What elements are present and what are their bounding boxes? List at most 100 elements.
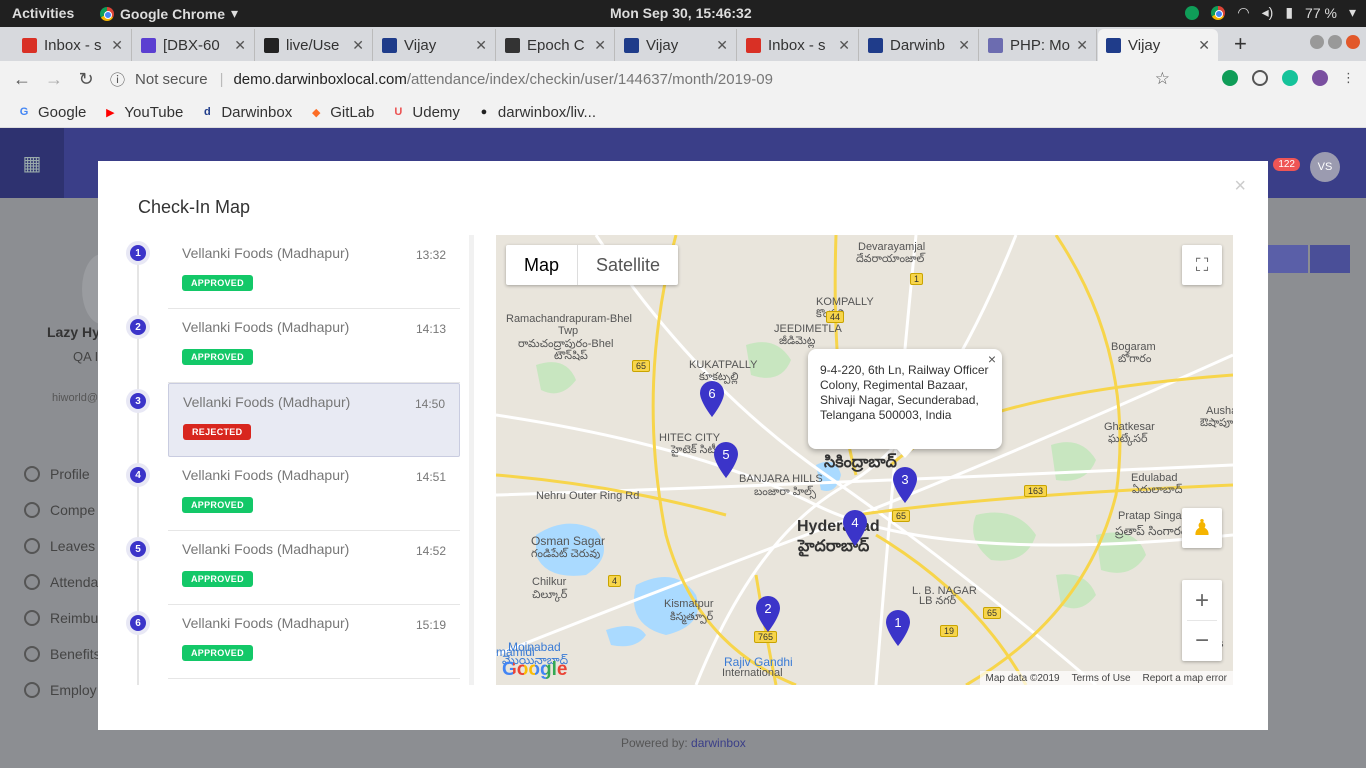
sidebar-item-1[interactable]: Profile — [24, 466, 90, 482]
extension-icon[interactable] — [1252, 70, 1268, 86]
sidebar-item-4[interactable]: Attenda — [24, 574, 98, 590]
back-button[interactable]: ← — [12, 69, 32, 90]
bookmark-6[interactable]: ● darwinbox/liv... — [476, 104, 596, 121]
tab-3[interactable]: live/Use ✕ — [256, 29, 373, 61]
checkin-item[interactable]: 6 Vellanki Foods (Madhapur) 15:19 APPROVED — [118, 605, 463, 679]
tab-8[interactable]: Darwinb ✕ — [860, 29, 979, 61]
chrome-icon — [1211, 5, 1226, 20]
tab-close-button[interactable]: ✕ — [594, 37, 606, 54]
checkin-card[interactable]: Vellanki Foods (Madhapur) 13:32 APPROVED — [168, 235, 460, 309]
tab-close-button[interactable]: ✕ — [838, 37, 850, 54]
checkin-item[interactable]: 5 Vellanki Foods (Madhapur) 14:52 APPROVED — [118, 531, 463, 605]
tab-7[interactable]: Inbox - s ✕ — [738, 29, 859, 61]
status-badge: APPROVED — [182, 571, 253, 587]
app-menu[interactable]: Google Chrome ▾ — [100, 5, 238, 22]
list-view-button[interactable] — [1268, 245, 1308, 273]
tab-close-button[interactable]: ✕ — [352, 37, 364, 54]
tab-close-button[interactable]: ✕ — [475, 37, 487, 54]
forward-button[interactable]: → — [44, 69, 64, 90]
checkin-number: 5 — [130, 541, 146, 557]
map-marker-2[interactable]: 2 — [755, 595, 781, 633]
map-marker-5[interactable]: 5 — [713, 441, 739, 479]
map-view-button[interactable] — [1310, 245, 1350, 273]
map-place-label: Osman Sagar — [531, 534, 606, 548]
sidebar-item-label: Employ — [50, 682, 97, 698]
timeline-scrollbar[interactable] — [469, 235, 474, 685]
checkin-card[interactable]: Vellanki Foods (Madhapur) 14:50 REJECTED — [168, 383, 460, 457]
tab-10[interactable]: Vijay ✕ — [1098, 29, 1218, 61]
marker-number: 2 — [764, 601, 772, 616]
bookmark-3[interactable]: d Darwinbox — [199, 104, 292, 121]
map-type-satellite-button[interactable]: Satellite — [578, 245, 678, 285]
checkin-item[interactable]: 3 Vellanki Foods (Madhapur) 14:50 REJECTED — [118, 383, 463, 457]
sidebar-item-6[interactable]: Benefits — [24, 646, 101, 662]
close-window-button[interactable] — [1346, 35, 1360, 49]
clock[interactable]: Mon Sep 30, 15:46:32 — [610, 5, 752, 21]
street-view-pegman-icon[interactable]: ♟ — [1182, 508, 1222, 548]
checkin-item[interactable]: 1 Vellanki Foods (Madhapur) 13:32 APPROVED — [118, 235, 463, 309]
google-map[interactable]: Devarayamjalదేవరాయాంజాల్KOMPALLYకొంపల్లి… — [496, 235, 1233, 685]
map-marker-4[interactable]: 4 — [842, 509, 868, 547]
map-marker-3[interactable]: 3 — [892, 466, 918, 504]
terms-link[interactable]: Terms of Use — [1072, 673, 1131, 684]
tab-2[interactable]: [DBX-60 ✕ — [133, 29, 255, 61]
tab-9[interactable]: PHP: Mo ✕ — [980, 29, 1097, 61]
bookmark-4[interactable]: ◆ GitLab — [308, 104, 374, 121]
zoom-out-button[interactable]: − — [1195, 621, 1209, 661]
checkin-card[interactable]: Vellanki Foods (Madhapur) 14:51 APPROVED — [168, 457, 460, 531]
tab-close-button[interactable]: ✕ — [234, 37, 246, 54]
sidebar-item-2[interactable]: Compe — [24, 502, 95, 518]
tab-6[interactable]: Vijay ✕ — [616, 29, 737, 61]
checkin-card[interactable]: Vellanki Foods (Madhapur) 14:52 APPROVED — [168, 531, 460, 605]
minimize-button[interactable] — [1310, 35, 1324, 49]
tab-close-button[interactable]: ✕ — [1198, 37, 1210, 54]
sidebar-item-7[interactable]: Employ — [24, 682, 97, 698]
sidebar-item-5[interactable]: Reimbu — [24, 610, 98, 626]
map-place-label: ఔషాపూర్ — [1200, 417, 1233, 429]
checkin-item[interactable]: 2 Vellanki Foods (Madhapur) 14:13 APPROVED — [118, 309, 463, 383]
map-marker-6[interactable]: 6 — [699, 380, 725, 418]
modal-close-button[interactable]: × — [1234, 175, 1246, 198]
menu-icon[interactable]: ⋮ — [1342, 70, 1355, 86]
activities-button[interactable]: Activities — [12, 5, 74, 21]
zoom-in-button[interactable]: + — [1187, 581, 1217, 621]
jira-icon — [141, 37, 156, 53]
tab-5[interactable]: Epoch C ✕ — [497, 29, 615, 61]
tab-close-button[interactable]: ✕ — [958, 37, 970, 54]
map-marker-1[interactable]: 1 — [885, 609, 911, 647]
map-place-label: Twp — [558, 325, 579, 337]
map-place-label: గండిపేట్ చెరువు — [531, 548, 601, 560]
profile-avatar[interactable] — [1312, 70, 1328, 86]
map-place-label: ప్రతాప్ సింగారం — [1115, 524, 1187, 538]
bookmark-star-icon[interactable]: ☆ — [1155, 69, 1170, 89]
sidebar-item-3[interactable]: Leaves — [24, 538, 95, 554]
grid-menu-icon[interactable]: ▦ — [0, 128, 64, 198]
tab-1[interactable]: Inbox - s ✕ — [14, 29, 132, 61]
fullscreen-button[interactable]: ⛶ — [1182, 245, 1222, 285]
tab-close-button[interactable]: ✕ — [111, 37, 123, 54]
reload-button[interactable]: ↻ — [76, 69, 96, 90]
status-badge: APPROVED — [182, 275, 253, 291]
tab-close-button[interactable]: ✕ — [1076, 37, 1088, 54]
report-map-error-link[interactable]: Report a map error — [1143, 673, 1227, 684]
avatar[interactable]: VS — [1310, 152, 1340, 182]
grammarly-icon[interactable] — [1282, 70, 1298, 86]
notification-badge[interactable]: 122 — [1273, 158, 1300, 171]
hangouts-icon[interactable] — [1222, 70, 1238, 86]
checkin-card[interactable]: Vellanki Foods (Madhapur) 15:19 APPROVED — [168, 605, 460, 679]
info-window-close-button[interactable]: × — [988, 352, 996, 367]
new-tab-button[interactable]: + — [1234, 31, 1247, 57]
system-tray[interactable]: ◠ ◂) ▮ 77 % ▾ — [1185, 4, 1356, 21]
bookmark-5[interactable]: U Udemy — [390, 104, 460, 121]
powered-brand[interactable]: darwinbox — [691, 736, 746, 750]
bookmark-1[interactable]: G Google — [16, 104, 87, 121]
checkin-card[interactable]: Vellanki Foods (Madhapur) 14:13 APPROVED — [168, 309, 460, 383]
checkin-item[interactable]: 4 Vellanki Foods (Madhapur) 14:51 APPROVED — [118, 457, 463, 531]
tab-4[interactable]: Vijay ✕ — [374, 29, 496, 61]
map-type-map-button[interactable]: Map — [506, 245, 579, 285]
bookmark-2[interactable]: ▶ YouTube — [102, 104, 183, 121]
google-logo[interactable]: Google — [502, 659, 567, 681]
tab-close-button[interactable]: ✕ — [716, 37, 728, 54]
omnibox[interactable]: ⓘ Not secure | demo.darwinboxlocal.com/a… — [110, 64, 1180, 94]
maximize-button[interactable] — [1328, 35, 1342, 49]
